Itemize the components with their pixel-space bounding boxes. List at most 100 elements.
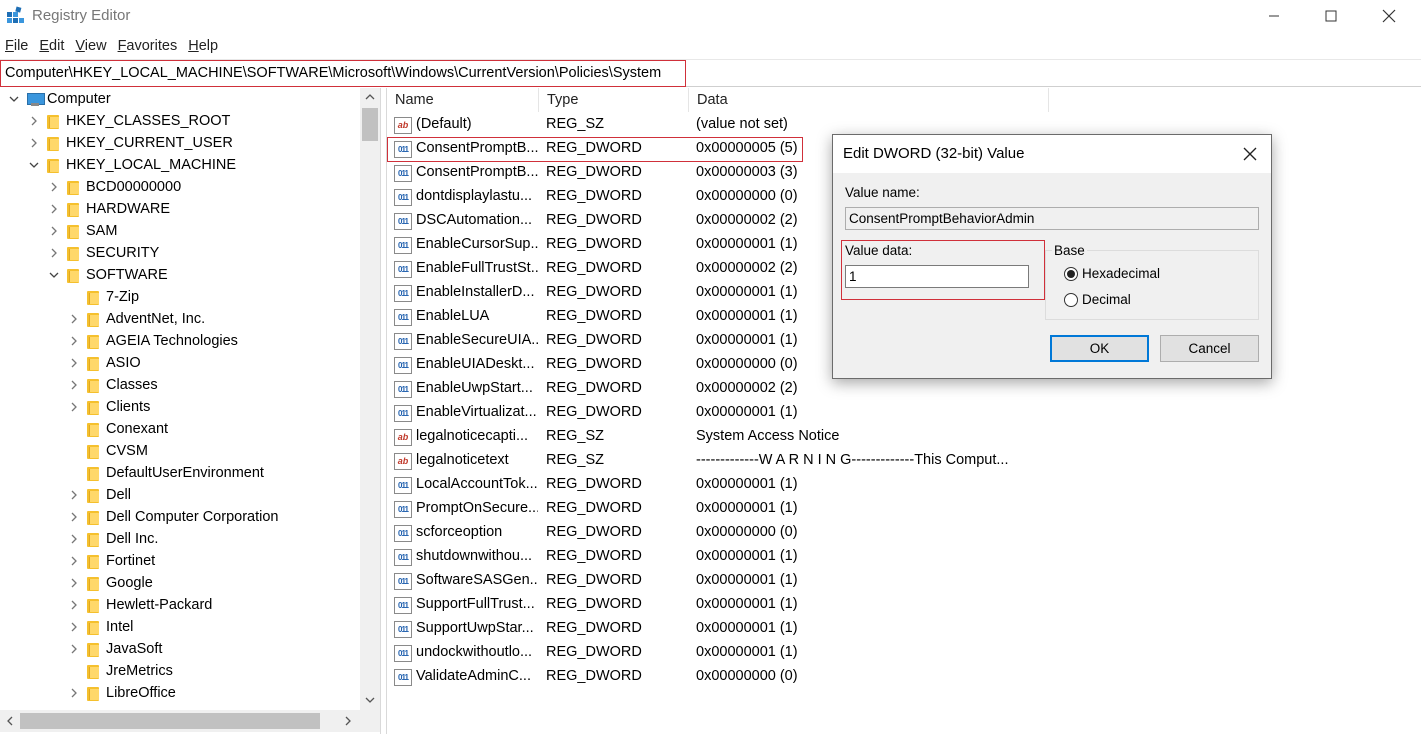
- chevron-right-icon[interactable]: [47, 202, 61, 216]
- scroll-up-button[interactable]: [360, 88, 380, 106]
- value-row[interactable]: 011 SupportUwpStar... REG_DWORD 0x00000001 …: [387, 617, 1421, 641]
- chevron-down-icon[interactable]: [7, 92, 21, 106]
- tree-item[interactable]: Clients: [67, 396, 150, 418]
- value-row[interactable]: 011 EnableVirtualizat... REG_DWORD 0x000000…: [387, 401, 1421, 425]
- tree-item[interactable]: Google: [67, 572, 153, 594]
- column-header-type[interactable]: Type: [539, 88, 689, 112]
- radio-selected-icon[interactable]: [1064, 266, 1078, 281]
- close-button[interactable]: [1360, 0, 1418, 32]
- chevron-right-icon[interactable]: [67, 378, 81, 392]
- chevron-down-icon[interactable]: [27, 158, 41, 172]
- value-name-cell: SoftwareSASGen...: [416, 572, 538, 588]
- value-type-cell: REG_DWORD: [546, 356, 642, 372]
- minimize-button[interactable]: [1245, 0, 1303, 32]
- tree-item[interactable]: AdventNet, Inc.: [67, 308, 205, 330]
- chevron-right-icon[interactable]: [67, 488, 81, 502]
- menu-file[interactable]: File: [0, 36, 34, 58]
- tree-item[interactable]: CVSM: [67, 440, 148, 462]
- decimal-radio[interactable]: Decimal: [1064, 292, 1131, 307]
- chevron-right-icon[interactable]: [67, 620, 81, 634]
- menu-view[interactable]: View: [70, 36, 112, 58]
- folder-icon: [87, 356, 99, 371]
- tree-item[interactable]: Hewlett-Packard: [67, 594, 212, 616]
- tree-item[interactable]: Dell Computer Corporation: [67, 506, 278, 528]
- chevron-right-icon[interactable]: [67, 400, 81, 414]
- tree-item[interactable]: DefaultUserEnvironment: [67, 462, 264, 484]
- tree-item[interactable]: Computer: [7, 88, 111, 110]
- tree-item[interactable]: BCD00000000: [47, 176, 181, 198]
- chevron-right-icon[interactable]: [47, 224, 61, 238]
- chevron-right-icon[interactable]: [47, 180, 61, 194]
- tree-item[interactable]: ASIO: [67, 352, 141, 374]
- dialog-close-button[interactable]: [1235, 141, 1265, 167]
- chevron-right-icon[interactable]: [47, 246, 61, 260]
- tree-item[interactable]: JavaSoft: [67, 638, 162, 660]
- value-row[interactable]: 011 EnableUwpStart... REG_DWORD 0x00000002 …: [387, 377, 1421, 401]
- chevron-right-icon[interactable]: [67, 312, 81, 326]
- tree-vertical-scrollbar[interactable]: [360, 88, 380, 710]
- hexadecimal-radio[interactable]: Hexadecimal: [1064, 266, 1160, 281]
- tree-item-label: SOFTWARE: [86, 267, 168, 283]
- column-header-data[interactable]: Data: [689, 88, 1049, 112]
- chevron-down-icon[interactable]: [47, 268, 61, 282]
- value-data-cell: 0x00000001 (1): [696, 572, 798, 588]
- cancel-button[interactable]: Cancel: [1160, 335, 1259, 362]
- tree-item-label: Google: [106, 575, 153, 591]
- tree-item[interactable]: HKEY_CURRENT_USER: [27, 132, 233, 154]
- menu-favorites[interactable]: Favorites: [113, 36, 184, 58]
- chevron-right-icon[interactable]: [67, 554, 81, 568]
- value-row[interactable]: ab legalnoticetext REG_SZ -------------W A …: [387, 449, 1421, 473]
- chevron-right-icon[interactable]: [67, 576, 81, 590]
- tree-item[interactable]: Fortinet: [67, 550, 155, 572]
- tree-item[interactable]: HKEY_CLASSES_ROOT: [27, 110, 230, 132]
- tree-item[interactable]: Dell Inc.: [67, 528, 158, 550]
- value-row[interactable]: ab legalnoticecapti... REG_SZ System Access…: [387, 425, 1421, 449]
- tree-item[interactable]: Dell: [67, 484, 131, 506]
- tree-vertical-scroll-thumb[interactable]: [362, 108, 378, 141]
- scroll-down-button[interactable]: [360, 690, 380, 710]
- menu-label-rest: elp: [198, 38, 219, 54]
- value-row[interactable]: 011 scforceoption REG_DWORD 0x00000000 (0): [387, 521, 1421, 545]
- tree-item[interactable]: JreMetrics: [67, 660, 173, 682]
- tree-item[interactable]: HARDWARE: [47, 198, 170, 220]
- menu-help[interactable]: Help: [183, 36, 224, 58]
- binary-value-icon: 011: [394, 237, 412, 254]
- scroll-left-button[interactable]: [0, 710, 20, 732]
- chevron-right-icon[interactable]: [27, 136, 41, 150]
- tree-item[interactable]: SOFTWARE: [47, 264, 168, 286]
- value-row[interactable]: 011 ValidateAdminC... REG_DWORD 0x00000000 …: [387, 665, 1421, 689]
- value-row[interactable]: 011 shutdownwithou... REG_DWORD 0x00000001 …: [387, 545, 1421, 569]
- value-row[interactable]: 011 SoftwareSASGen... REG_DWORD 0x00000001 …: [387, 569, 1421, 593]
- menu-edit[interactable]: Edit: [34, 36, 70, 58]
- maximize-button[interactable]: [1302, 0, 1360, 32]
- chevron-right-icon[interactable]: [67, 510, 81, 524]
- value-row[interactable]: 011 LocalAccountTok... REG_DWORD 0x00000001…: [387, 473, 1421, 497]
- value-row[interactable]: 011 SupportFullTrust... REG_DWORD 0x0000000…: [387, 593, 1421, 617]
- tree-item[interactable]: Classes: [67, 374, 158, 396]
- value-row[interactable]: 011 undockwithoutlo... REG_DWORD 0x00000001…: [387, 641, 1421, 665]
- chevron-right-icon[interactable]: [67, 356, 81, 370]
- scroll-right-button[interactable]: [338, 710, 358, 732]
- chevron-right-icon[interactable]: [67, 598, 81, 612]
- tree-item[interactable]: Conexant: [67, 418, 168, 440]
- close-icon: [1382, 9, 1396, 23]
- ok-button[interactable]: OK: [1050, 335, 1149, 362]
- tree-item[interactable]: HKEY_LOCAL_MACHINE: [27, 154, 236, 176]
- tree-item[interactable]: SAM: [47, 220, 117, 242]
- column-header-name[interactable]: Name: [387, 88, 539, 112]
- folder-icon: [87, 334, 99, 349]
- chevron-right-icon[interactable]: [67, 686, 81, 700]
- tree-item[interactable]: LibreOffice: [67, 682, 176, 704]
- tree-item[interactable]: SECURITY: [47, 242, 159, 264]
- tree-horizontal-scroll-thumb[interactable]: [20, 713, 320, 729]
- tree-item[interactable]: AGEIA Technologies: [67, 330, 238, 352]
- chevron-right-icon[interactable]: [27, 114, 41, 128]
- radio-unselected-icon[interactable]: [1064, 292, 1078, 307]
- address-bar[interactable]: Computer\HKEY_LOCAL_MACHINE\SOFTWARE\Mic…: [0, 59, 1421, 87]
- tree-item[interactable]: Intel: [67, 616, 133, 638]
- chevron-right-icon[interactable]: [67, 334, 81, 348]
- chevron-right-icon[interactable]: [67, 532, 81, 546]
- chevron-right-icon[interactable]: [67, 642, 81, 656]
- tree-item[interactable]: 7-Zip: [67, 286, 139, 308]
- value-row[interactable]: 011 PromptOnSecure... REG_DWORD 0x00000001 …: [387, 497, 1421, 521]
